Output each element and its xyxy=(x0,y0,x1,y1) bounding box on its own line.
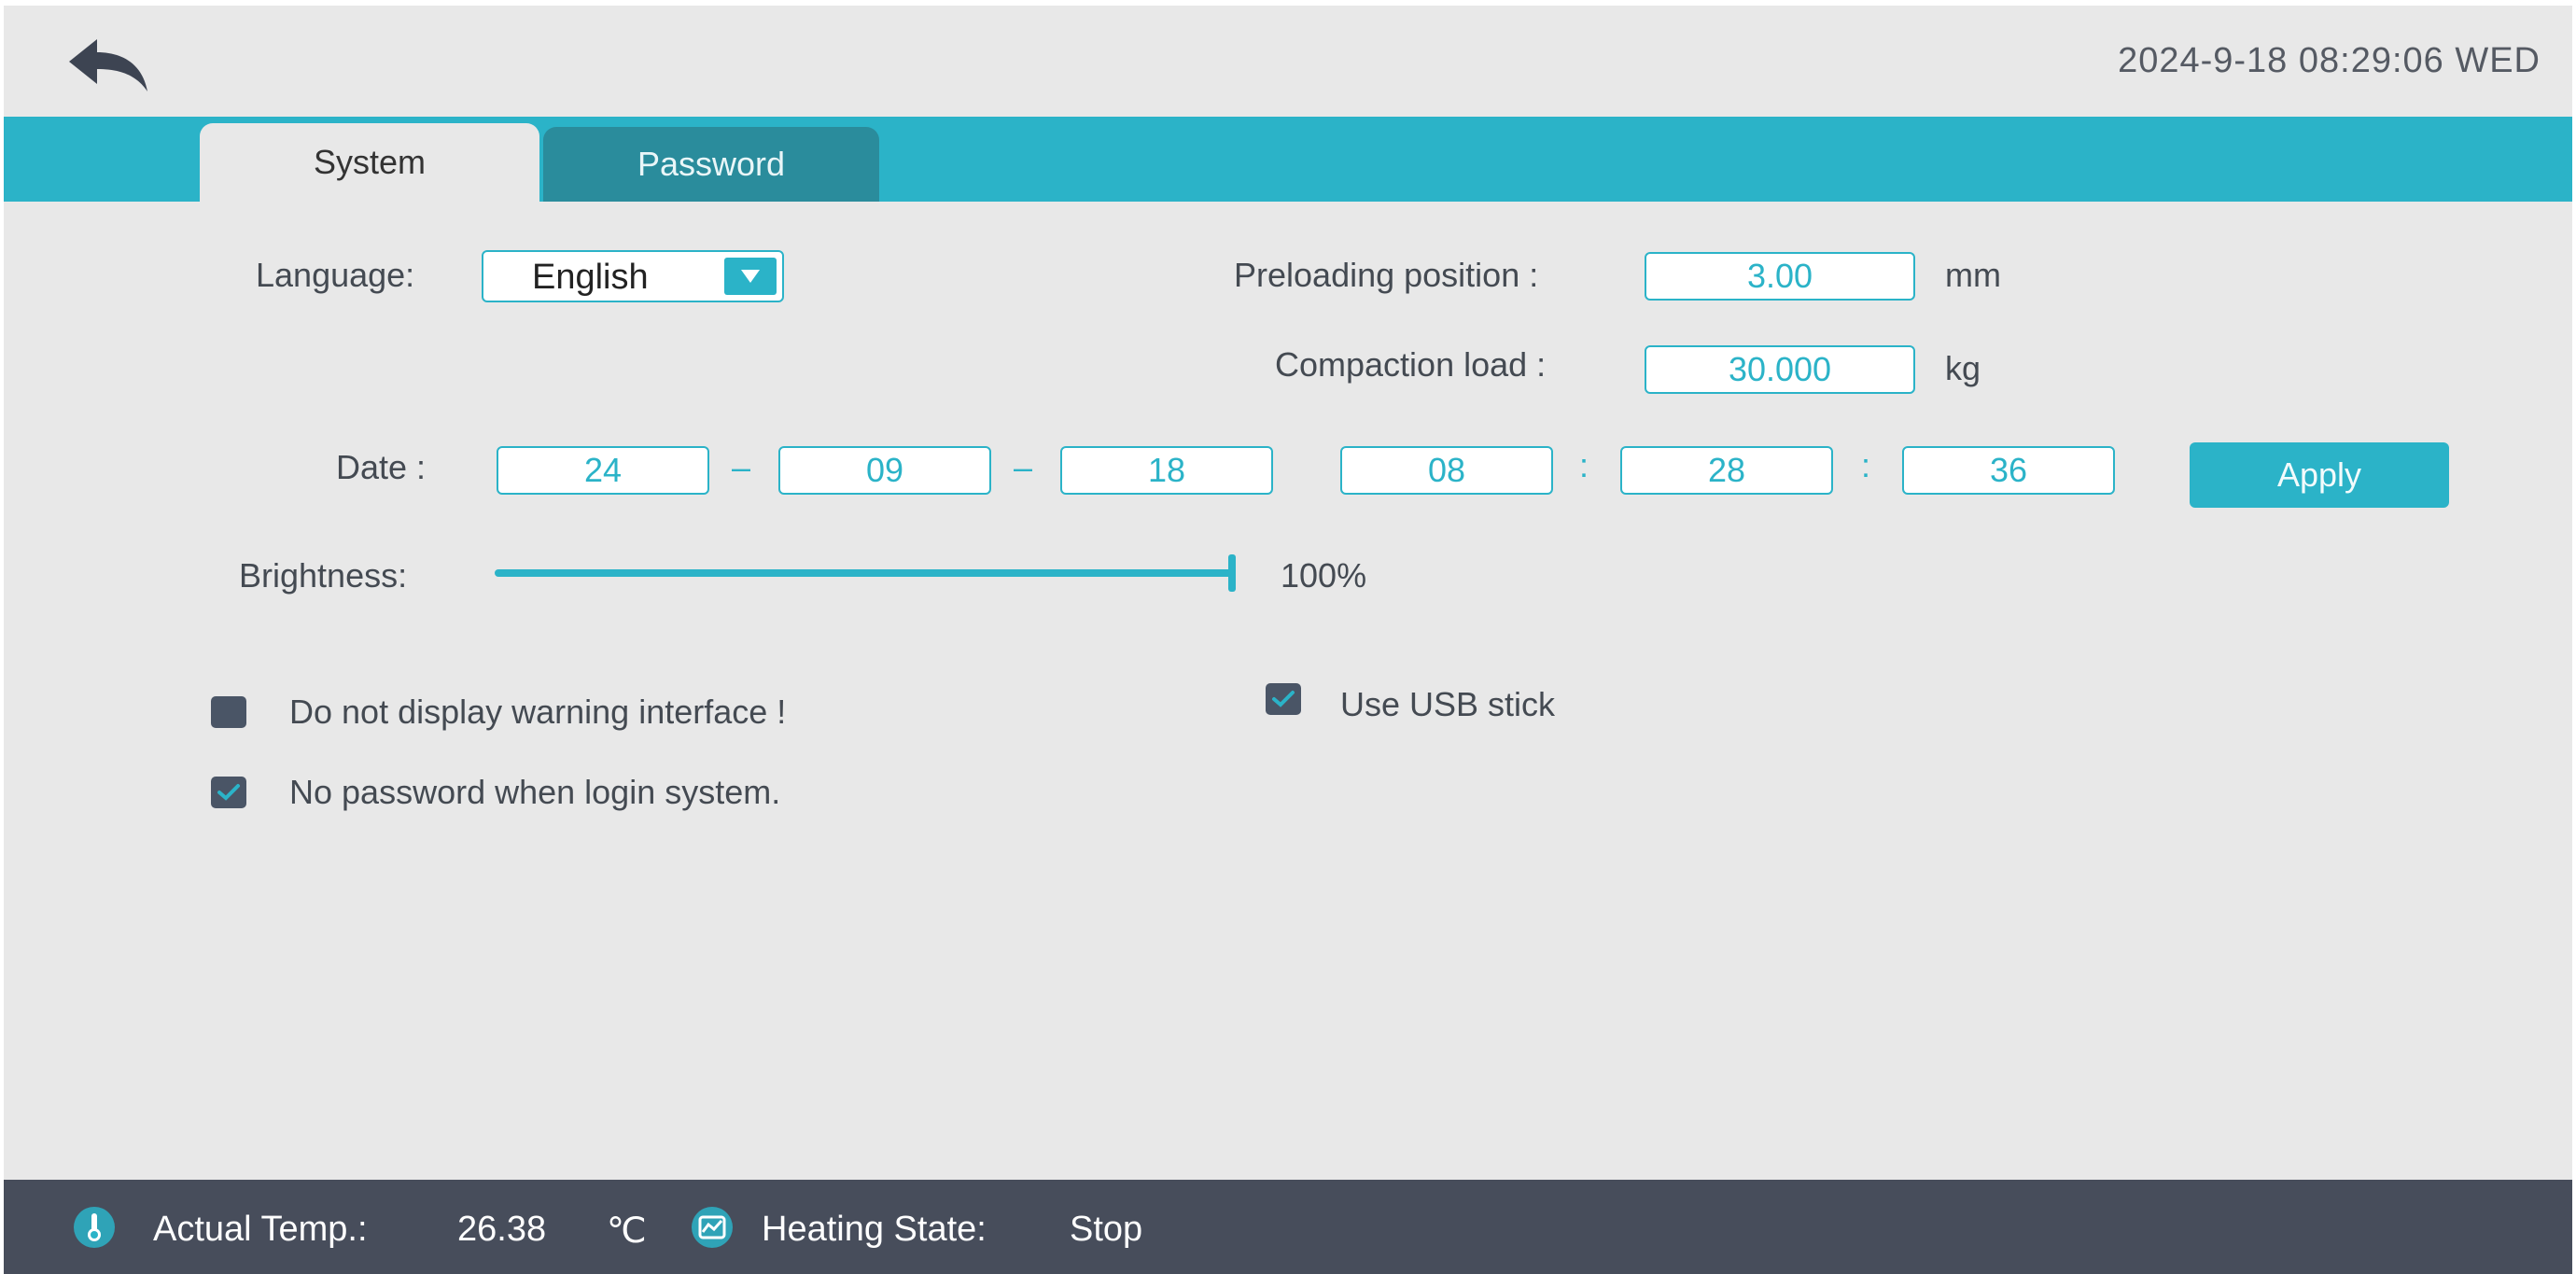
heating-label: Heating State: xyxy=(762,1210,987,1249)
thermometer-icon xyxy=(74,1207,115,1248)
preloading-unit: mm xyxy=(1945,256,2001,294)
time-minute-input[interactable]: 28 xyxy=(1620,446,1833,495)
tab-system[interactable]: System xyxy=(200,123,539,202)
language-label: Language: xyxy=(256,256,415,294)
status-bar: Actual Temp.: 26.38 ℃ Heating State: Sto… xyxy=(4,1180,2572,1274)
tab-bar: System Password xyxy=(4,117,2572,202)
temp-value: 26.38 xyxy=(457,1210,547,1249)
use-usb-label: Use USB stick xyxy=(1340,685,1556,723)
no-warning-label: Do not display warning interface ! xyxy=(289,693,787,731)
time-separator: : xyxy=(1579,446,1589,484)
chart-icon xyxy=(692,1207,733,1248)
date-label: Date : xyxy=(336,448,427,486)
no-warning-checkbox[interactable] xyxy=(211,696,246,728)
time-separator: : xyxy=(1861,446,1871,484)
brightness-label: Brightness: xyxy=(239,556,408,595)
checkmark-icon xyxy=(1272,691,1295,707)
preloading-label: Preloading position : xyxy=(1234,256,1539,294)
apply-button[interactable]: Apply xyxy=(2190,442,2449,508)
heating-value: Stop xyxy=(1070,1210,1143,1249)
brightness-value: 100% xyxy=(1281,556,1367,595)
triangle-down-icon[interactable] xyxy=(724,258,777,295)
compaction-input[interactable]: 30.000 xyxy=(1645,345,1915,394)
compaction-unit: kg xyxy=(1945,349,1981,387)
date-year-input[interactable]: 24 xyxy=(497,446,709,495)
system-settings-panel: Language: English Preloading position : … xyxy=(4,202,2572,1182)
tab-password[interactable]: Password xyxy=(543,127,879,202)
language-value: English xyxy=(532,258,649,297)
brightness-slider[interactable] xyxy=(495,569,1236,577)
top-bar: 2024-9-18 08:29:06 WED xyxy=(4,6,2572,117)
checkmark-icon xyxy=(217,784,240,801)
settings-screen: 2024-9-18 08:29:06 WED System Password L… xyxy=(4,6,2572,1274)
no-password-checkbox[interactable] xyxy=(211,777,246,808)
use-usb-checkbox[interactable] xyxy=(1266,683,1301,715)
compaction-label: Compaction load : xyxy=(1275,345,1547,384)
preloading-input[interactable]: 3.00 xyxy=(1645,252,1915,301)
datetime-display: 2024-9-18 08:29:06 WED xyxy=(2118,41,2541,80)
time-second-input[interactable]: 36 xyxy=(1902,446,2115,495)
time-hour-input[interactable]: 08 xyxy=(1340,446,1553,495)
no-password-label: No password when login system. xyxy=(289,773,781,811)
back-arrow-icon[interactable] xyxy=(62,34,155,99)
temp-unit: ℃ xyxy=(607,1211,647,1251)
date-separator: – xyxy=(1014,448,1033,486)
date-month-input[interactable]: 09 xyxy=(778,446,991,495)
language-select[interactable]: English xyxy=(482,250,784,302)
date-separator: – xyxy=(732,448,751,486)
brightness-slider-handle[interactable] xyxy=(1228,554,1236,592)
temp-label: Actual Temp.: xyxy=(153,1210,368,1249)
date-day-input[interactable]: 18 xyxy=(1060,446,1273,495)
